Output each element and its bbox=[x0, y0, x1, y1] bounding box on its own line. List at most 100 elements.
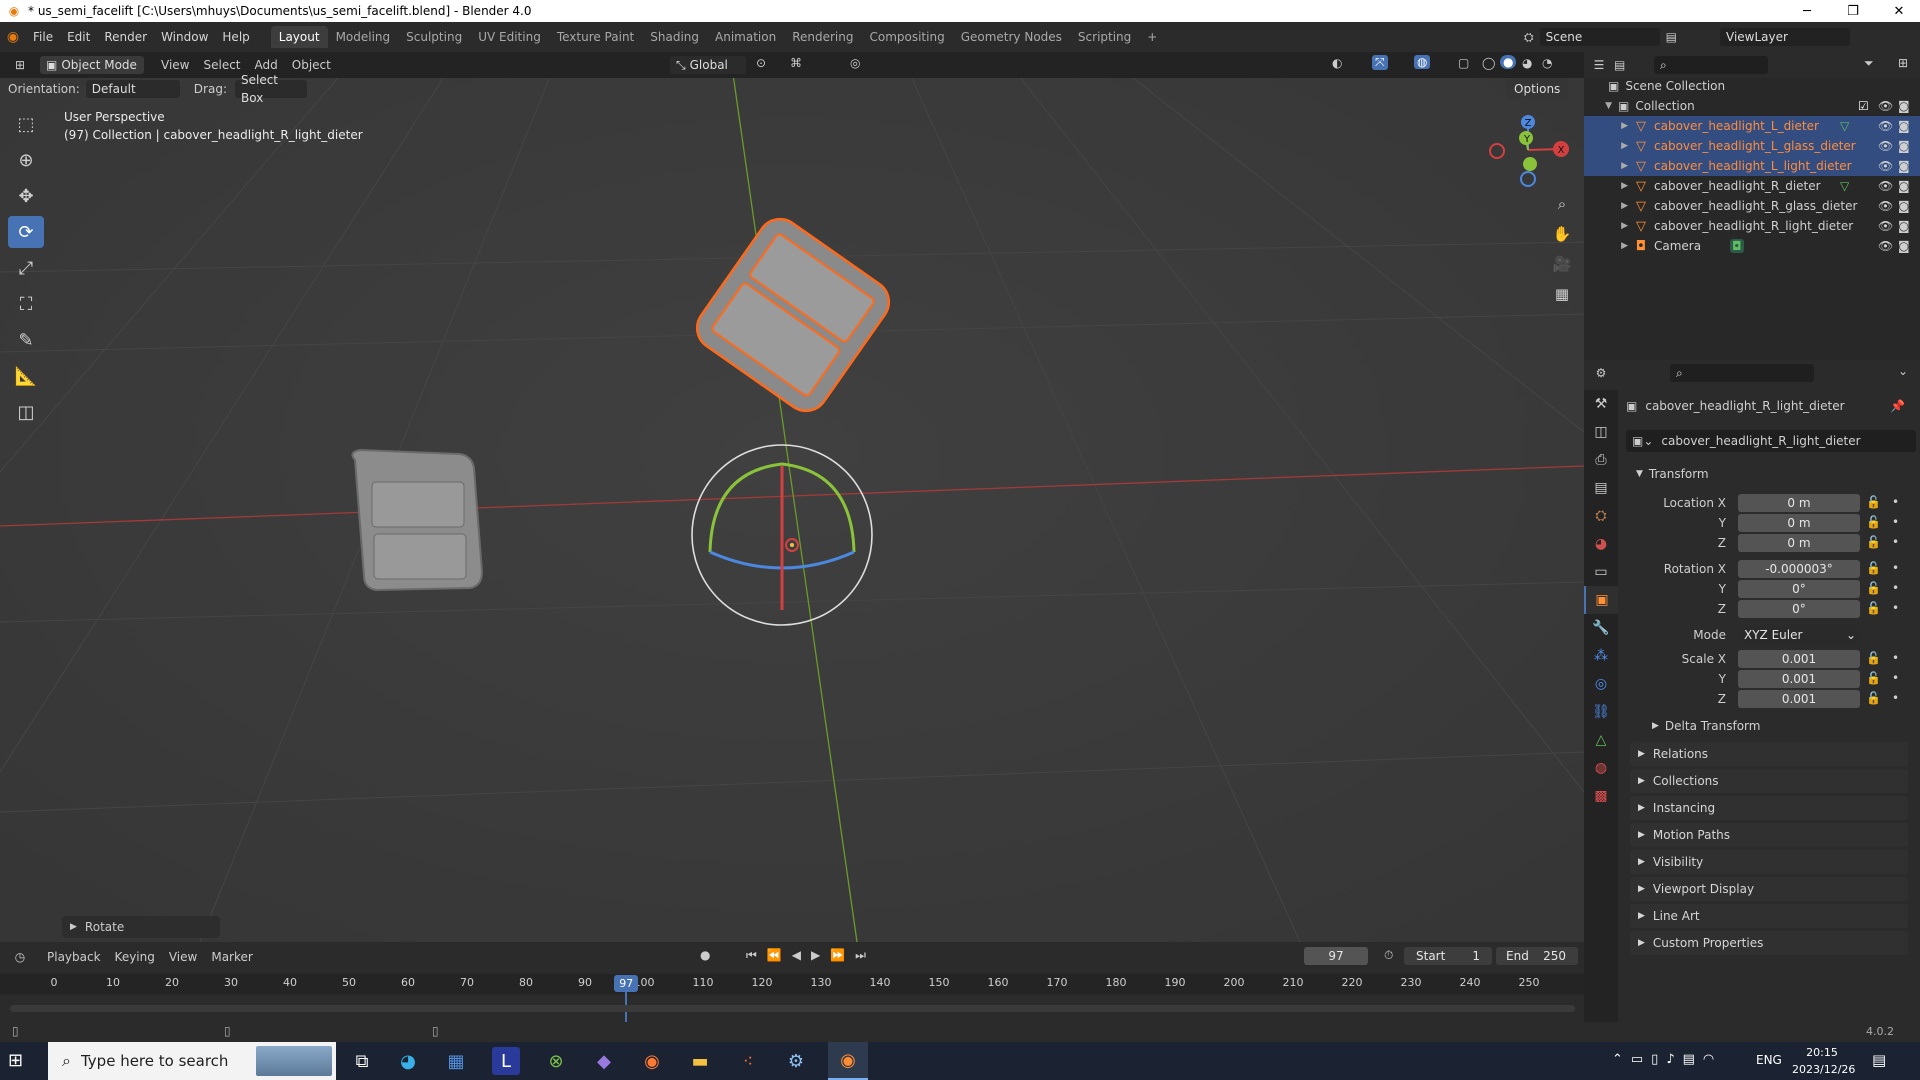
transform-value-field[interactable]: 0 m bbox=[1738, 514, 1860, 532]
expand-right-icon[interactable]: ▶ bbox=[1584, 201, 1628, 211]
tab-scripting[interactable]: Scripting bbox=[1070, 26, 1139, 48]
filter-icon[interactable]: ⏷ bbox=[1864, 56, 1874, 71]
rendered-shading-icon[interactable]: ◔ bbox=[1542, 56, 1552, 70]
scale-tool-icon[interactable]: ⤢ bbox=[8, 252, 44, 284]
physics-tab-icon[interactable]: ◎ bbox=[1584, 670, 1618, 698]
headlight-r-object[interactable] bbox=[351, 448, 484, 592]
tab-modeling[interactable]: Modeling bbox=[328, 26, 399, 48]
outliner-item[interactable]: ▶ ▽ cabover_headlight_R_dieter ▽ 👁 ◙ bbox=[1584, 176, 1920, 196]
end-frame-field[interactable]: End 250 bbox=[1496, 947, 1578, 965]
output-tab-icon[interactable]: ⎙ bbox=[1584, 446, 1618, 474]
camera-view-icon[interactable]: 🎥 bbox=[1550, 252, 1574, 276]
transform-orientation-dropdown[interactable]: ⤡ Global bbox=[670, 56, 746, 74]
ortho-grid-icon[interactable]: ▦ bbox=[1550, 282, 1574, 306]
keyframe-dot-icon[interactable]: • bbox=[1892, 601, 1899, 615]
tool-tab-icon[interactable]: ⚒ bbox=[1584, 390, 1618, 418]
eye-icon[interactable]: 👁 bbox=[1878, 219, 1893, 233]
transform-value-field[interactable]: 0 m bbox=[1738, 534, 1860, 552]
start-frame-field[interactable]: Start 1 bbox=[1404, 947, 1492, 965]
orientation-dropdown[interactable]: Default bbox=[85, 80, 180, 98]
outliner-item[interactable]: ▶ ▽ cabover_headlight_L_dieter ▽ 👁 ◙ bbox=[1584, 116, 1920, 136]
system-tray-icons[interactable]: ⌃▭▯♪▤◠ bbox=[1612, 1052, 1722, 1067]
clock-editor-icon[interactable]: ◷ bbox=[0, 950, 40, 964]
rotate-tool-icon[interactable]: ⟳ bbox=[8, 216, 44, 248]
last-operator-panel[interactable]: ▶ Rotate bbox=[62, 916, 220, 938]
stopwatch-icon[interactable]: ⏱ bbox=[1384, 948, 1393, 963]
edge-icon[interactable]: ◕ bbox=[388, 1042, 428, 1080]
view-layer-tab-icon[interactable]: ▤ bbox=[1584, 474, 1618, 502]
camera-render-icon[interactable]: ◙ bbox=[1898, 139, 1910, 153]
constraints-tab-icon[interactable]: ⛓ bbox=[1584, 698, 1618, 726]
menu-marker[interactable]: Marker bbox=[204, 950, 259, 964]
tab-texture-paint[interactable]: Texture Paint bbox=[549, 26, 642, 48]
app-dots-icon[interactable]: ⁖ bbox=[728, 1042, 768, 1080]
transform-panel-header[interactable]: ▼ Transform bbox=[1630, 464, 1908, 484]
eye-icon[interactable]: 👁 bbox=[1878, 179, 1893, 193]
cursor-tool-icon[interactable]: ⊕ bbox=[8, 144, 44, 176]
material-shading-icon[interactable]: ◕ bbox=[1522, 56, 1532, 70]
outliner-item[interactable]: ▶ ▽ cabover_headlight_L_light_dieter 👁 ◙ bbox=[1584, 156, 1920, 176]
pan-hand-icon[interactable]: ✋ bbox=[1550, 222, 1574, 246]
properties-search-input[interactable]: ⌕ bbox=[1670, 364, 1814, 382]
camera-render-icon[interactable]: ◙ bbox=[1898, 219, 1910, 233]
material-tab-icon[interactable]: ◍ bbox=[1584, 754, 1618, 782]
tab-shading[interactable]: Shading bbox=[642, 26, 707, 48]
rotation-mode-dropdown[interactable]: XYZ Euler ⌄ bbox=[1738, 626, 1862, 644]
pivot-icon[interactable]: ⊙ bbox=[756, 56, 766, 70]
current-frame-marker[interactable]: 97 bbox=[614, 975, 639, 992]
mesh-data-icon[interactable]: ▽ bbox=[1840, 179, 1849, 193]
overlay-toggle-icon[interactable]: ◍ bbox=[1414, 55, 1431, 69]
visibility-icon[interactable]: ◐ bbox=[1332, 56, 1342, 70]
transform-value-field[interactable]: 0 m bbox=[1738, 494, 1860, 512]
scene-tab-icon[interactable]: ⛭ bbox=[1584, 502, 1618, 530]
outliner-item[interactable]: ▶ ▽ cabover_headlight_R_light_dieter 👁 ◙ bbox=[1584, 216, 1920, 236]
menu-keying[interactable]: Keying bbox=[108, 950, 162, 964]
record-icon[interactable]: ● bbox=[700, 948, 710, 962]
keyframe-dot-icon[interactable]: • bbox=[1892, 671, 1899, 685]
blender-taskbar-icon[interactable]: ◉ bbox=[828, 1042, 868, 1080]
task-view-icon[interactable]: ⧉ bbox=[342, 1042, 382, 1080]
keyframe-dot-icon[interactable]: • bbox=[1892, 515, 1899, 529]
eye-icon[interactable]: 👁 bbox=[1878, 99, 1893, 113]
annotate-tool-icon[interactable]: ✎ bbox=[8, 324, 44, 356]
transform-tool-icon[interactable]: ⛶ bbox=[8, 288, 44, 320]
menu-object[interactable]: Object bbox=[285, 58, 338, 72]
3d-viewport[interactable]: Z Y X bbox=[0, 52, 1584, 942]
keyframe-dot-icon[interactable]: • bbox=[1892, 691, 1899, 705]
menu-render[interactable]: Render bbox=[97, 26, 154, 48]
outliner-collection[interactable]: ▼ ▣ Collection ☑ 👁 ◙ bbox=[1584, 96, 1920, 116]
taskbar-clock[interactable]: 20:15 2023/12/26 bbox=[1792, 1044, 1855, 1078]
file-explorer-icon[interactable]: ▬ bbox=[680, 1042, 720, 1080]
options-dropdown[interactable]: Options bbox=[1506, 79, 1569, 99]
app-l-icon[interactable]: L bbox=[492, 1047, 520, 1075]
object-tab-icon[interactable]: ▣ bbox=[1584, 586, 1618, 614]
object-datablock-field[interactable]: ▣⌄ cabover_headlight_R_light_dieter bbox=[1626, 430, 1916, 452]
menu-help[interactable]: Help bbox=[215, 26, 256, 48]
properties-section-header[interactable]: ▶ Relations bbox=[1630, 742, 1908, 766]
scene-selector[interactable]: Scene bbox=[1539, 28, 1660, 46]
lock-icon[interactable]: 🔓 bbox=[1866, 495, 1881, 509]
menu-add[interactable]: Add bbox=[248, 58, 285, 72]
proportional-edit-icon[interactable]: ◎ bbox=[850, 56, 860, 70]
expand-right-icon[interactable]: ▶ bbox=[1584, 241, 1628, 251]
gizmo-toggle-icon[interactable]: ⤧ bbox=[1372, 55, 1388, 70]
lock-icon[interactable]: 🔓 bbox=[1866, 535, 1881, 549]
lock-icon[interactable]: 🔓 bbox=[1866, 691, 1881, 705]
tab-geometry-nodes[interactable]: Geometry Nodes bbox=[953, 26, 1070, 48]
mesh-data-icon[interactable]: ▽ bbox=[1840, 119, 1849, 133]
solid-shading-icon[interactable]: ● bbox=[1500, 55, 1517, 69]
taskbar-search-input[interactable]: ⌕ Type here to search bbox=[48, 1042, 336, 1080]
menu-file[interactable]: File bbox=[26, 26, 60, 48]
camera-data-icon[interactable]: ◘ bbox=[1730, 239, 1744, 253]
transform-value-field[interactable]: -0.000003° bbox=[1738, 560, 1860, 578]
expand-right-icon[interactable]: ▶ bbox=[1584, 181, 1628, 191]
tab-layout[interactable]: Layout bbox=[270, 26, 328, 48]
menu-edit[interactable]: Edit bbox=[60, 26, 97, 48]
lock-icon[interactable]: 🔓 bbox=[1866, 515, 1881, 529]
expand-right-icon[interactable]: ▶ bbox=[1584, 161, 1628, 171]
measure-tool-icon[interactable]: 📐 bbox=[8, 360, 44, 392]
tab-compositing[interactable]: Compositing bbox=[861, 26, 952, 48]
expand-down-icon[interactable]: ▼ bbox=[1584, 101, 1612, 111]
outliner-search-input[interactable]: ⌕ bbox=[1654, 56, 1768, 74]
transform-value-field[interactable]: 0.001 bbox=[1738, 650, 1860, 668]
